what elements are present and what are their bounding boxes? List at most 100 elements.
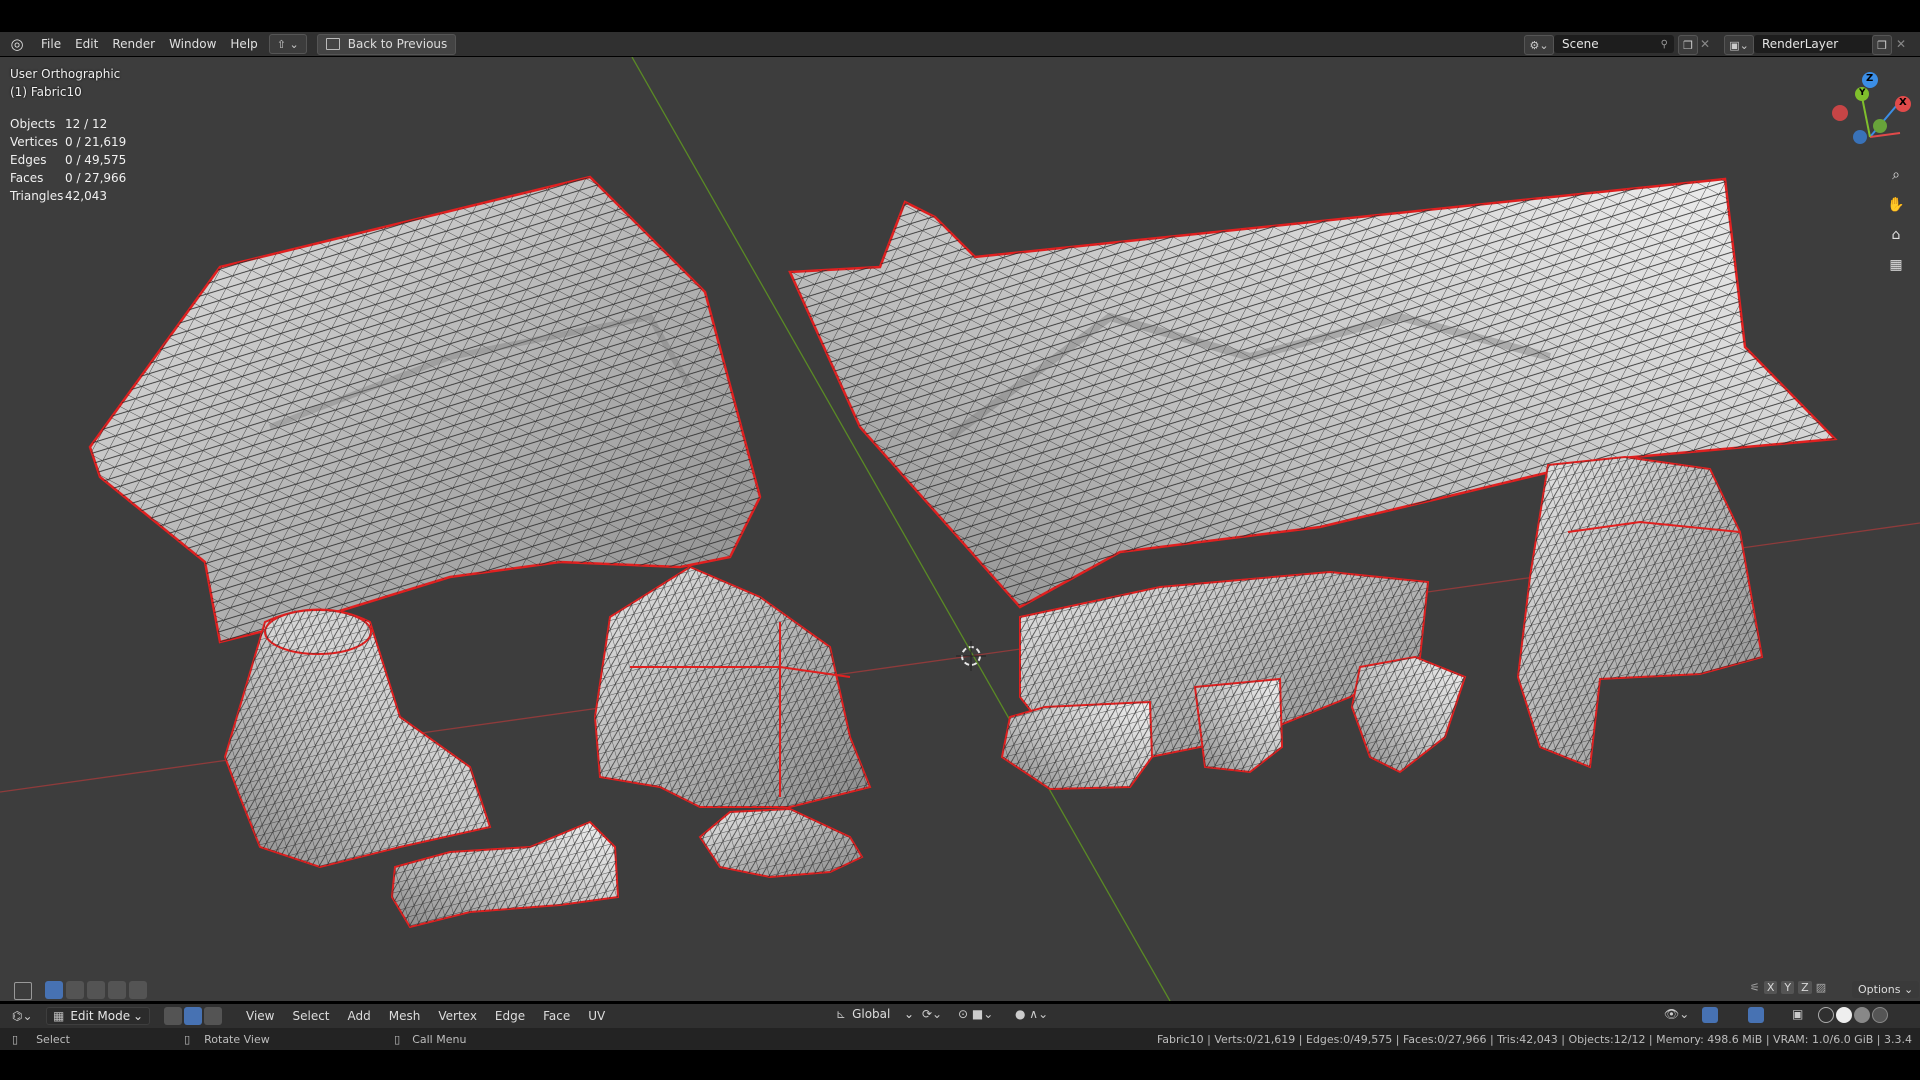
editor-type-icon[interactable]: ⌬⌄ [12, 1009, 40, 1023]
overlay-toggle[interactable] [1748, 1007, 1764, 1023]
gizmo-y-label: Y [1859, 88, 1866, 98]
stat-row: Triangles 42,043 [10, 189, 107, 203]
mode-dropdown[interactable]: ▦ Edit Mode ⌄ [46, 1007, 150, 1025]
pan-hand-icon[interactable]: ✋ [1884, 193, 1908, 217]
stat-row: Objects 12 / 12 [10, 117, 108, 131]
menu-file[interactable]: File [34, 33, 68, 55]
vertex-select-icon[interactable] [164, 1007, 182, 1025]
copy-icon: ❐ [1877, 38, 1887, 52]
cloth-mesh-sofa[interactable] [88, 175, 762, 644]
xray-icon[interactable]: ▣ [1792, 1007, 1803, 1021]
cloth-mesh-crate[interactable] [1516, 455, 1764, 769]
face-select-icon[interactable] [204, 1007, 222, 1025]
gizmo-toggle[interactable] [1702, 1007, 1718, 1023]
viewlayer-browse-button[interactable]: ▣⌄ [1724, 35, 1754, 55]
pin-icon[interactable]: ⚲ [1661, 39, 1668, 50]
scene-canvas [0, 57, 1920, 1001]
mirror-options: ⚟ X Y Z ▨ [1750, 981, 1826, 994]
visibility-icon[interactable]: 👁⌄ [1664, 1007, 1689, 1021]
renderlayer-icon: ▣⌄ [1729, 38, 1749, 52]
camera-icon[interactable]: ⌂ [1884, 223, 1908, 247]
viewlayer-name: RenderLayer [1762, 37, 1839, 51]
mirror-z-toggle[interactable]: Z [1798, 981, 1812, 994]
new-viewlayer-button[interactable]: ❐ [1872, 35, 1892, 55]
transform-orientation-dropdown[interactable]: ⊾ Global ⌄ [836, 1007, 914, 1021]
cloth-mesh-drape-3[interactable] [1350, 655, 1467, 774]
viewlayer-name-field[interactable]: RenderLayer [1754, 35, 1874, 53]
header-menu-face[interactable]: Face [534, 1005, 579, 1027]
chevron-down-icon: ⌄ [132, 1009, 143, 1023]
material-shading-icon[interactable] [1854, 1007, 1870, 1023]
menu-help[interactable]: Help [223, 33, 264, 55]
gizmo-x-label: X [1899, 97, 1907, 108]
upload-icon: ⇧ ⌄ [276, 37, 299, 51]
solid-shading-icon[interactable] [1836, 1007, 1852, 1023]
back-to-previous-label: Back to Previous [347, 37, 448, 51]
orientation-label: Global [852, 1007, 891, 1021]
select-extend-icon[interactable] [66, 981, 84, 999]
back-to-previous-button[interactable]: Back to Previous [316, 33, 457, 55]
header-menu-add[interactable]: Add [339, 1005, 380, 1027]
stat-row: Vertices 0 / 21,619 [10, 135, 127, 149]
topology-mirror-icon[interactable]: ▨ [1816, 981, 1826, 994]
menu-edit[interactable]: Edit [68, 33, 105, 55]
3d-cursor[interactable] [956, 641, 986, 671]
header-menu-edge[interactable]: Edge [486, 1005, 534, 1027]
mode-label: Edit Mode [70, 1009, 131, 1023]
select-mode-group [164, 1007, 223, 1025]
cloth-mesh-crumpled-2[interactable] [698, 807, 864, 879]
select-intersect-icon[interactable] [129, 981, 147, 999]
cloth-mesh-stool[interactable] [223, 608, 492, 869]
scene-name-field[interactable]: Scene ⚲ [1554, 35, 1674, 53]
status-rotate-hint: Rotate View [204, 1032, 270, 1046]
snap-icon[interactable]: ⊙ ■⌄ [958, 1007, 993, 1021]
cloth-mesh-drape-2[interactable] [1193, 677, 1284, 774]
cloth-mesh-drape-1[interactable] [1000, 700, 1154, 791]
new-scene-button[interactable]: ❐ [1678, 35, 1698, 55]
grid-icon[interactable]: ▦ [1884, 253, 1908, 277]
edit-mode-icon: ▦ [53, 1009, 65, 1023]
stat-row: Edges 0 / 49,575 [10, 153, 127, 167]
pivot-point-icon[interactable]: ⟳⌄ [922, 1007, 942, 1021]
header-menu-vertex[interactable]: Vertex [429, 1005, 486, 1027]
zoom-icon[interactable]: ⌕ [1884, 163, 1908, 187]
gizmo-z-label: Z [1866, 73, 1874, 84]
header-menu-select[interactable]: Select [283, 1005, 338, 1027]
mirror-y-toggle[interactable]: Y [1781, 981, 1795, 994]
blender-logo-icon[interactable]: ◎ [8, 35, 26, 53]
menu-render[interactable]: Render [105, 33, 162, 55]
header-menu-mesh[interactable]: Mesh [380, 1005, 430, 1027]
delete-scene-icon[interactable]: ✕ [1700, 37, 1710, 51]
scene-browse-button[interactable]: ⚙⌄ [1524, 35, 1554, 55]
copy-icon: ❐ [1683, 38, 1693, 52]
menu-window[interactable]: Window [162, 33, 223, 55]
cloth-mesh-box[interactable] [593, 565, 872, 808]
select-subtract-icon[interactable] [87, 981, 105, 999]
active-object-name: (1) Fabric10 [10, 85, 82, 99]
mirror-x-toggle[interactable]: X [1763, 981, 1778, 994]
status-scene-info: Fabric10 | Verts:0/21,619 | Edges:0/49,5… [1156, 1032, 1912, 1046]
view-name: User Orthographic [10, 67, 121, 81]
top-menu-bar: ◎ File Edit Render Window Help ⇧ ⌄ Back … [0, 32, 1920, 56]
wireframe-shading-icon[interactable] [1818, 1007, 1834, 1023]
proportional-edit-icon[interactable]: ● ∧⌄ [1015, 1007, 1048, 1021]
letterbox-bottom [0, 1050, 1920, 1080]
status-bar: ▯ Select ▯ Rotate View ▯ Call Menu Fabri… [0, 1028, 1920, 1050]
delete-viewlayer-icon[interactable]: ✕ [1896, 37, 1906, 51]
options-dropdown[interactable]: Options ⌄ [1852, 981, 1920, 998]
select-new-icon[interactable] [45, 981, 63, 999]
edge-select-icon[interactable] [184, 1007, 202, 1025]
butterfly-icon: ⚟ [1750, 981, 1760, 994]
scene-name: Scene [1562, 37, 1599, 51]
scene-icon: ⚙⌄ [1529, 38, 1549, 52]
tool-icon[interactable] [14, 982, 32, 1000]
mouse-left-icon: ▯ [12, 1032, 19, 1046]
3d-viewport[interactable]: User Orthographic (1) Fabric10 Objects 12… [0, 57, 1920, 1001]
header-menu-uv[interactable]: UV [579, 1005, 614, 1027]
viewport-header: ⌬⌄ ▦ Edit Mode ⌄ View Select Add Mesh Ve… [0, 1004, 1920, 1028]
workspace-dropdown[interactable]: ⇧ ⌄ [268, 34, 307, 54]
orientation-icon: ⊾ [836, 1007, 847, 1021]
header-menu-view[interactable]: View [237, 1005, 283, 1027]
rendered-shading-icon[interactable] [1872, 1007, 1888, 1023]
select-invert-icon[interactable] [108, 981, 126, 999]
